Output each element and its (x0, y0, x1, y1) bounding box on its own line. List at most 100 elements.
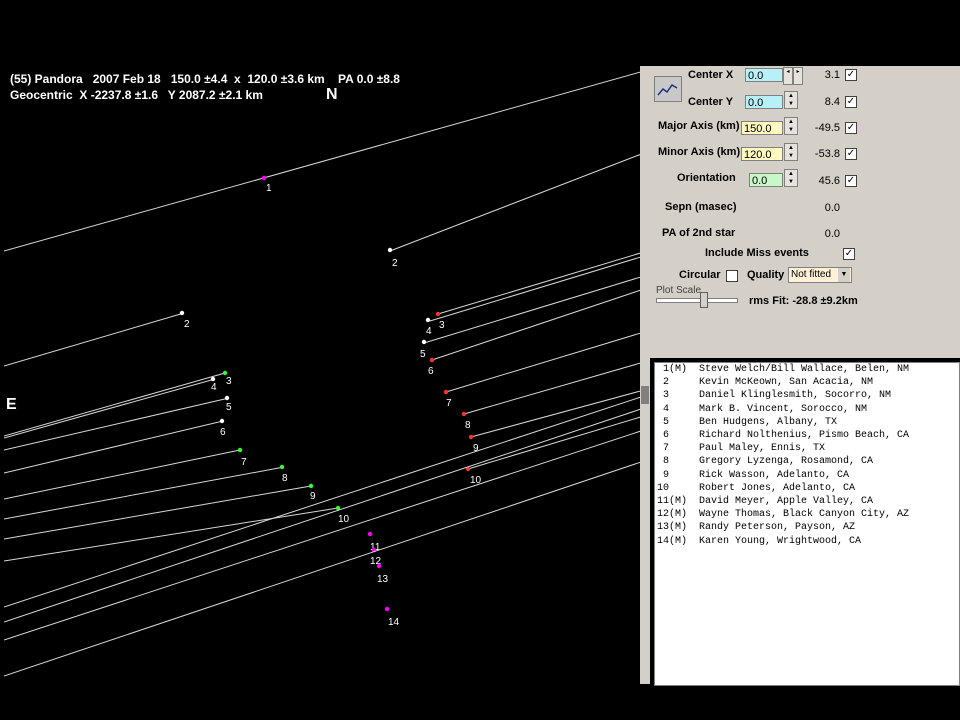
minor-axis-checkbox[interactable]: ✓ (845, 148, 857, 160)
chord-event-marker (279, 464, 285, 470)
rms-fit: rms Fit: -28.8 ±9.2km (749, 295, 858, 307)
plot-subtitle: Geocentric X -2237.8 ±1.6 Y 2087.2 ±2.1 … (10, 88, 263, 102)
chord-plot[interactable]: 1 2 2 4 3 5 6 7 8 9 10 4 3 5 6 7 8 9 10 11 12 13 14 (55) Pando… (4, 66, 640, 684)
chord-label: 9 (310, 491, 316, 502)
orientation-result: 45.6 (818, 175, 840, 187)
chord-event-marker (443, 389, 449, 395)
sepn-label: Sepn (masec) (665, 201, 737, 213)
spin-down-icon[interactable]: ▼ (788, 179, 794, 185)
chord-event-marker (387, 247, 393, 253)
chord-line (4, 372, 226, 437)
chord-line (4, 408, 640, 623)
chord-line (4, 430, 640, 641)
observer-list-item[interactable]: 12(M) Wayne Thomas, Black Canyon City, A… (655, 508, 959, 521)
center-y-checkbox[interactable]: ✓ (845, 96, 857, 108)
circular-checkbox[interactable] (726, 270, 738, 282)
center-x-checkbox[interactable]: ✓ (845, 69, 857, 81)
center-x-field[interactable]: 0.0 (745, 68, 783, 82)
chord-event-marker (224, 395, 230, 401)
chord-event-marker (222, 370, 228, 376)
chord-plot-canvas: 12243567891043567891011121314 (4, 71, 640, 677)
observer-list-item[interactable]: 6 Richard Nolthenius, Pismo Beach, CA (655, 429, 959, 442)
observer-list-item[interactable]: 3 Daniel Klinglesmith, Socorro, NM (655, 389, 959, 402)
major-axis-checkbox[interactable]: ✓ (845, 122, 857, 134)
quality-select[interactable]: Not fitted ▼ (788, 267, 852, 283)
east-label: E (6, 396, 17, 413)
chord-label: 5 (420, 349, 426, 360)
plot-toggle-button[interactable] (654, 76, 682, 102)
chord-event-marker (237, 447, 243, 453)
chord-event-marker (425, 317, 431, 323)
center-y-field[interactable]: 0.0 (745, 95, 783, 109)
chord-event-marker (376, 563, 382, 569)
observer-list-item[interactable]: 11(M) David Meyer, Apple Valley, CA (655, 495, 959, 508)
chord-line (389, 154, 640, 252)
chord-label: 2 (392, 258, 398, 269)
observer-list-item[interactable]: 7 Paul Maley, Ennis, TX (655, 442, 959, 455)
chord-line (4, 312, 185, 367)
north-label: N (326, 86, 338, 103)
panel-divider (650, 314, 960, 358)
quality-select-value: Not fitted (791, 269, 832, 280)
chord-line (467, 416, 640, 470)
chord-label: 2 (184, 319, 190, 330)
chord-line (470, 390, 640, 438)
observer-list-item[interactable]: 1(M) Steve Welch/Bill Wallace, Belen, NM (655, 363, 959, 376)
pa-2nd-star-value: 0.0 (824, 228, 840, 240)
observer-list-item[interactable]: 10 Robert Jones, Adelanto, CA (655, 482, 959, 495)
chord-label: 5 (226, 402, 232, 413)
minor-axis-field[interactable]: 120.0 (741, 147, 783, 161)
plot-scrollbar-thumb[interactable] (641, 386, 649, 404)
chord-line (4, 461, 640, 677)
chord-event-marker (421, 339, 427, 345)
circular-label: Circular (679, 269, 721, 281)
include-miss-checkbox[interactable]: ✓ (843, 248, 855, 260)
observer-list-item[interactable]: 2 Kevin McKeown, San Acacia, NM (655, 376, 959, 389)
center-y-result: 8.4 (824, 96, 840, 108)
spin-up-icon[interactable]: ▲ (788, 93, 794, 99)
minor-axis-label: Minor Axis (km) (658, 146, 741, 158)
plot-scale-slider[interactable] (656, 298, 738, 303)
chord-label: 8 (282, 473, 288, 484)
spin-down-icon[interactable]: ▼ (788, 101, 794, 107)
observer-list-item[interactable]: 4 Mark B. Vincent, Sorocco, NM (655, 403, 959, 416)
orientation-checkbox[interactable]: ✓ (845, 175, 857, 187)
orientation-field[interactable]: 0.0 (749, 173, 783, 187)
chord-event-marker (461, 411, 467, 417)
chord-line (431, 289, 640, 361)
chord-line (437, 252, 640, 315)
chord-line (4, 449, 241, 500)
chord-label: 10 (338, 514, 350, 525)
orientation-spinner[interactable]: ▲ ▼ (784, 169, 798, 187)
observer-list[interactable]: 1(M) Steve Welch/Bill Wallace, Belen, NM… (654, 362, 960, 686)
occultation-window: 1 2 2 4 3 5 6 7 8 9 10 4 3 5 6 7 8 9 10 11 12 13 14 (55) Pando… (0, 66, 960, 686)
observer-list-item[interactable]: 14(M) Karen Young, Wrightwood, CA (655, 535, 959, 548)
observer-list-item[interactable]: 8 Gregory Lyzenga, Rosamond, CA (655, 455, 959, 468)
chord-event-marker (210, 376, 216, 382)
chord-label: 13 (377, 574, 389, 585)
major-axis-result: -49.5 (814, 122, 840, 134)
chord-event-marker (429, 357, 435, 363)
chord-event-marker (367, 531, 373, 537)
chart-icon (657, 84, 678, 96)
chord-line (4, 397, 230, 451)
quality-label: Quality (747, 269, 785, 281)
observer-list-item[interactable]: 13(M) Randy Peterson, Payson, AZ (655, 521, 959, 534)
plot-scrollbar[interactable] (640, 66, 650, 684)
observer-list-item[interactable]: 9 Rick Wasson, Adelanto, CA (655, 469, 959, 482)
major-axis-field[interactable]: 150.0 (741, 121, 783, 135)
fit-parameters-panel: Center X 0.0 ◂ ▸ 3.1 ✓ Center Y 0.0 ▲ ▼ 8… (650, 66, 960, 314)
dropdown-arrow-icon[interactable]: ▼ (838, 268, 850, 282)
center-x-label: Center X (688, 69, 734, 81)
plot-title: (55) Pandora 2007 Feb 18 150.0 ±4.4 x 12… (10, 72, 400, 86)
center-y-spinner[interactable]: ▲ ▼ (784, 91, 798, 109)
observer-list-item[interactable]: 5 Ben Hudgens, Albany, TX (655, 416, 959, 429)
chord-label: 4 (426, 326, 432, 337)
center-y-label: Center Y (688, 96, 734, 108)
chord-label: 6 (428, 366, 434, 377)
center-x-result: 3.1 (824, 69, 840, 81)
plot-scale-slider-thumb[interactable] (700, 292, 708, 308)
spin-up-icon[interactable]: ▲ (788, 171, 794, 177)
center-x-left-arrow[interactable]: ◂ (783, 67, 793, 85)
chord-line (445, 332, 640, 393)
